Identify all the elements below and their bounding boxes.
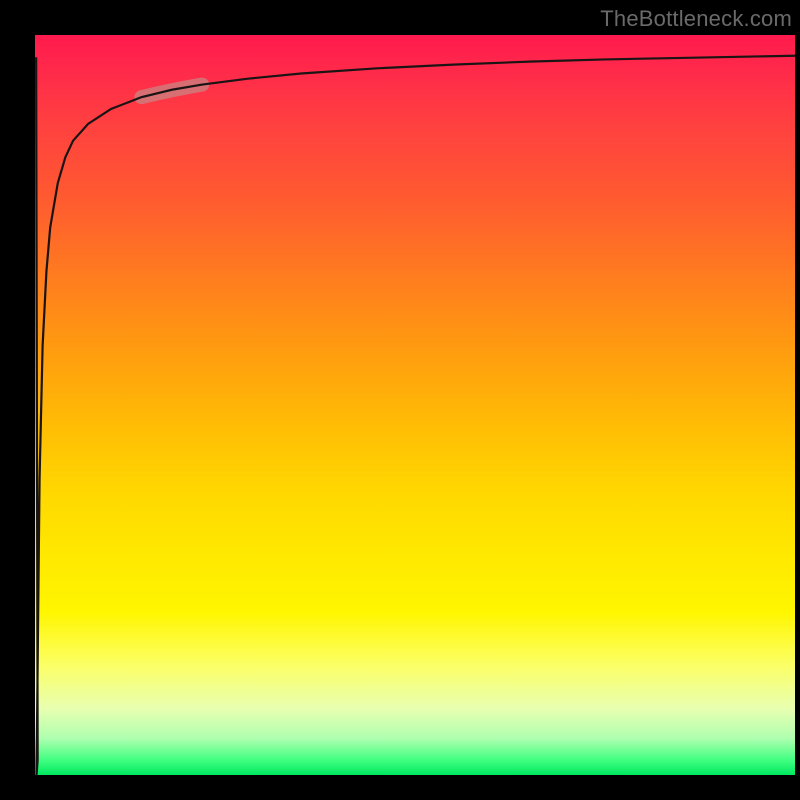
attribution-text: TheBottleneck.com bbox=[600, 6, 792, 32]
plot-area bbox=[35, 35, 795, 775]
